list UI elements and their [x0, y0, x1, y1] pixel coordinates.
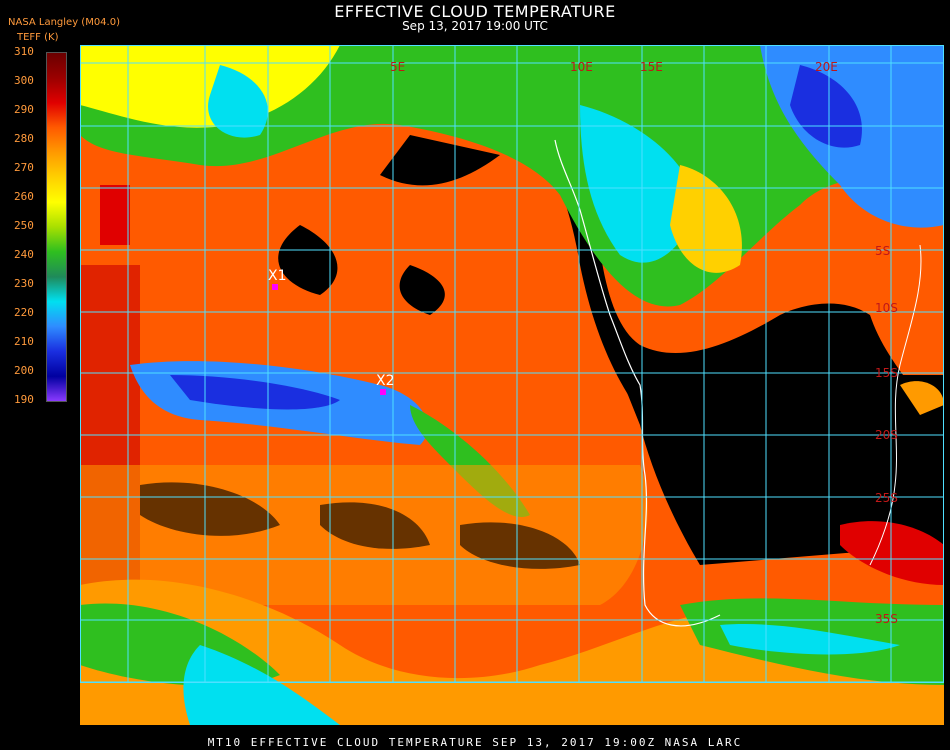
legend-tick-label: 300: [14, 74, 34, 87]
marker-point: [380, 389, 386, 395]
legend-unit-label: TEFF (K): [17, 32, 59, 43]
marker-point: [272, 284, 278, 290]
marker-label: X2: [376, 373, 395, 389]
legend-tick-label: 240: [14, 248, 34, 261]
legend-tick-label: 220: [14, 306, 34, 319]
legend-tick-label: 200: [14, 364, 34, 377]
legend-tick-label: 210: [14, 335, 34, 348]
latitude-label: 20S: [875, 428, 898, 442]
latitude-label: 25S: [875, 491, 898, 505]
legend-tick-label: 280: [14, 132, 34, 145]
cloud-temperature-map: 5S 10S 15S 20S 25S 35S 5E 10E 15E 20E X1 X2: [80, 45, 944, 725]
cloud-field: [80, 45, 944, 725]
map-timestamp: Sep 13, 2017 19:00 UTC: [402, 19, 548, 33]
color-legend: [46, 52, 67, 402]
legend-tick-label: 290: [14, 103, 34, 116]
longitude-label: 10E: [570, 60, 593, 74]
legend-tick-label: 310: [14, 45, 34, 58]
longitude-label: 5E: [390, 60, 405, 74]
legend-tick-label: 260: [14, 190, 34, 203]
marker-label: X1: [268, 268, 287, 284]
latitude-label: 35S: [875, 612, 898, 626]
legend-tick-label: 190: [14, 393, 34, 406]
latitude-label: 15S: [875, 366, 898, 380]
legend-tick-label: 250: [14, 219, 34, 232]
latitude-label: 10S: [875, 301, 898, 315]
longitude-label: 20E: [815, 60, 838, 74]
latitude-label: 5S: [875, 244, 890, 258]
longitude-label: 15E: [640, 60, 663, 74]
legend-tick-label: 230: [14, 277, 34, 290]
footer-caption: MT10 EFFECTIVE CLOUD TEMPERATURE SEP 13,…: [207, 736, 743, 749]
legend-tick-label: 270: [14, 161, 34, 174]
